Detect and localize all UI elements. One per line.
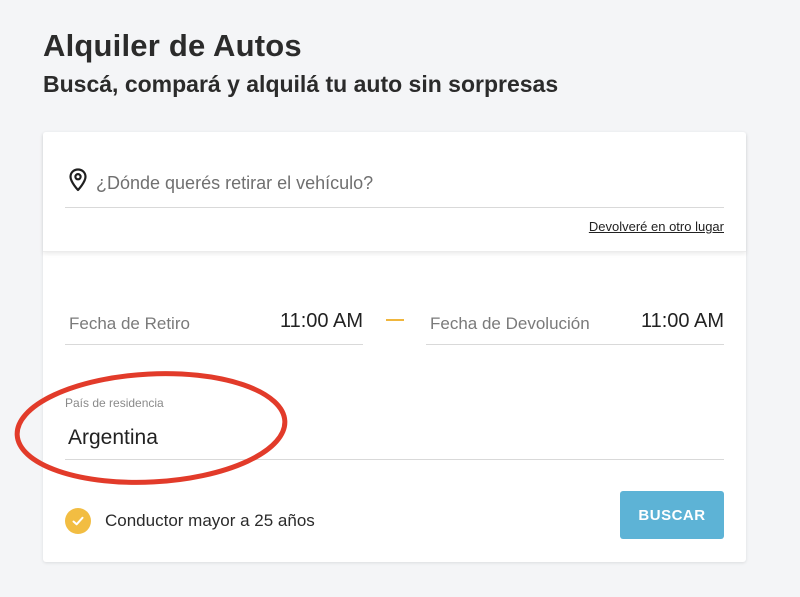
pickup-location-input[interactable] — [96, 166, 716, 200]
driver-age-label: Conductor mayor a 25 años — [105, 511, 315, 530]
return-time[interactable]: 11:00 AM — [641, 310, 724, 333]
return-date-label: Fecha de Devolución — [430, 314, 590, 333]
check-icon[interactable] — [65, 508, 91, 534]
page-subtitle: Buscá, compará y alquilá tu auto sin sor… — [43, 71, 559, 97]
country-value[interactable]: Argentina — [68, 426, 158, 450]
page: Alquiler de Autos Buscá, compará y alqui… — [0, 0, 800, 597]
page-title: Alquiler de Autos — [43, 28, 302, 63]
driver-age-checkbox[interactable]: Conductor mayor a 25 años — [65, 506, 315, 536]
pickup-date-label: Fecha de Retiro — [69, 314, 190, 333]
return-other-place-link[interactable]: Devolveré en otro lugar — [589, 219, 724, 234]
country-select[interactable]: País de residencia Argentina — [65, 390, 724, 460]
pickup-time[interactable]: 11:00 AM — [280, 310, 363, 333]
date-separator-dash — [386, 319, 404, 321]
pickup-location-field[interactable] — [65, 166, 724, 208]
pickup-date-field[interactable]: Fecha de Retiro 11:00 AM — [65, 302, 363, 345]
search-button[interactable]: BUSCAR — [620, 491, 724, 539]
search-card: Devolveré en otro lugar Fecha de Retiro … — [43, 132, 746, 562]
checkmark-icon — [72, 516, 84, 526]
return-date-field[interactable]: Fecha de Devolución 11:00 AM — [426, 302, 724, 345]
location-section: Devolveré en otro lugar — [43, 132, 746, 252]
map-pin-icon — [69, 168, 87, 192]
country-label: País de residencia — [65, 396, 164, 410]
